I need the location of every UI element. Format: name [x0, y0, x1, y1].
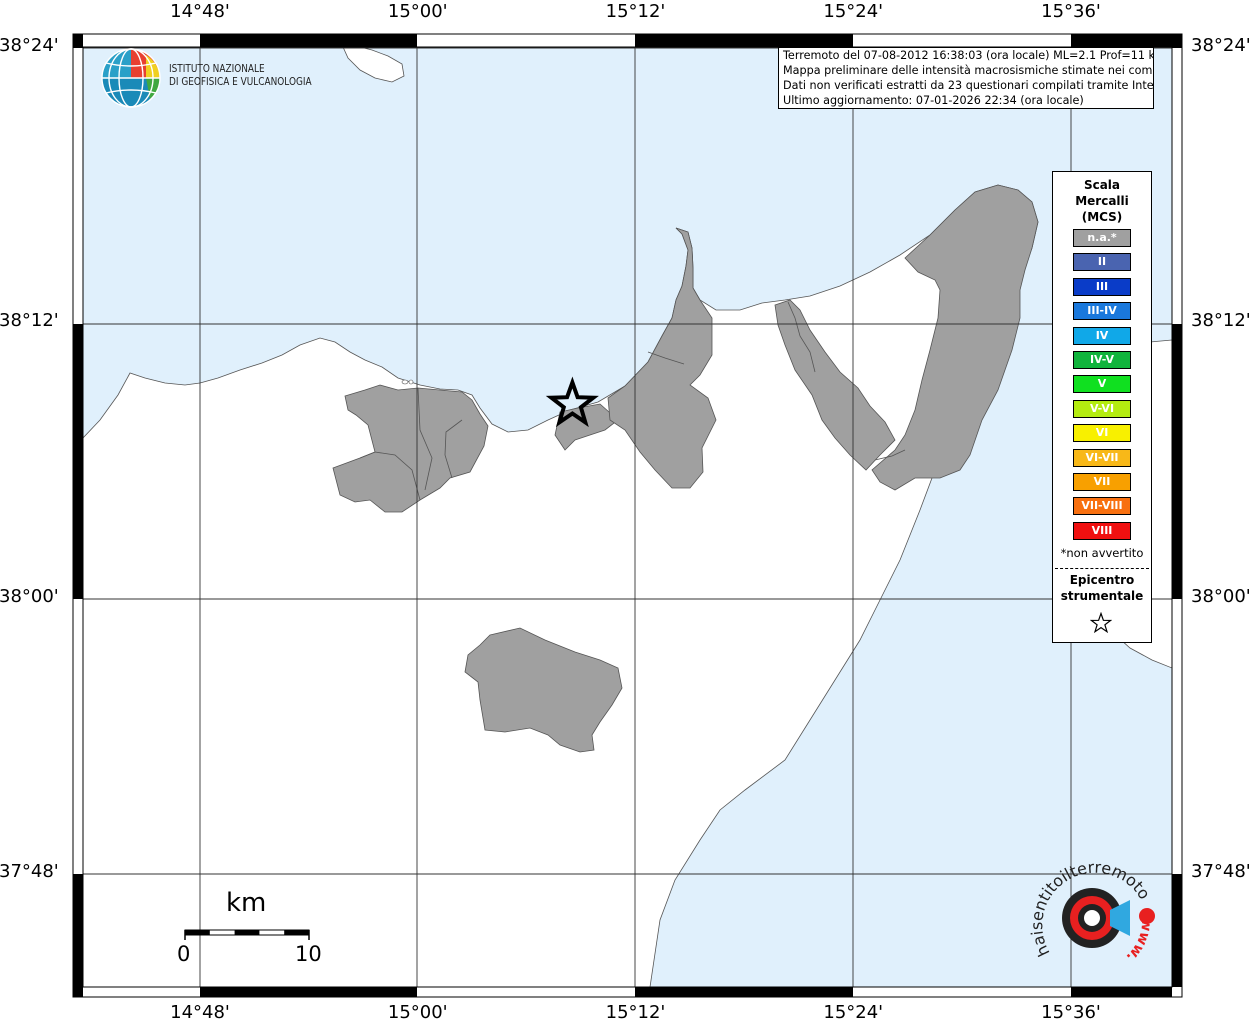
lon-tick-label: 15°12'	[605, 1, 666, 22]
legend-epicenter-label: Epicentro strumentale	[1060, 573, 1144, 603]
lon-tick-label: 14°48'	[170, 1, 230, 22]
legend-divider	[1055, 568, 1149, 569]
legend-swatch: IV	[1073, 326, 1131, 345]
legend-swatch: V	[1073, 375, 1131, 394]
scale-unit: km	[226, 888, 267, 918]
ingv-logo: ISTITUTO NAZIONALE DI GEOFISICA E VULCAN…	[100, 47, 320, 111]
legend-title: Scala Mercalli (MCS)	[1075, 178, 1129, 224]
lat-tick-label: 38°12'	[0, 310, 59, 332]
lat-tick-label: 38°12'	[1191, 310, 1251, 332]
lon-tick-label: 15°36'	[1041, 1002, 1101, 1023]
legend-swatch: V-VI	[1073, 399, 1131, 418]
legend-swatch: VII	[1073, 473, 1131, 491]
scale-start: 0	[177, 942, 191, 966]
legend-swatch: III-IV	[1073, 302, 1131, 321]
lon-tick-label: 15°12'	[605, 1002, 666, 1023]
lat-tick-label: 38°00'	[0, 585, 59, 607]
lat-tick-label: 38°24'	[0, 35, 59, 56]
legend-swatch: IV-V	[1073, 351, 1131, 369]
lon-tick-label: 15°00'	[387, 1002, 448, 1023]
ingv-line2: DI GEOFISICA E VULCANOLOGIA	[169, 76, 312, 88]
legend-swatch: VI	[1073, 424, 1131, 443]
lon-tick-label: 15°24'	[823, 1, 884, 22]
lon-tick-label: 15°00'	[387, 1, 448, 22]
lat-tick-label: 38°24'	[1191, 35, 1251, 56]
legend-swatch: n.a.*	[1073, 229, 1131, 247]
info-line-2: Mappa preliminare delle intensità macros…	[783, 64, 1154, 77]
info-line-3: Dati non verificati estratti da 23 quest…	[783, 79, 1154, 92]
lon-tick-label: 15°24'	[823, 1002, 884, 1023]
legend-swatch: VIII	[1073, 521, 1131, 540]
mcs-legend: Scala Mercalli (MCS) n.a.* II III III-IV IV I…	[1052, 171, 1152, 643]
legend-swatch: III	[1073, 277, 1131, 296]
lat-tick-label: 37°48'	[1191, 860, 1251, 882]
ingv-globe-icon	[101, 48, 161, 108]
lat-tick-label: 37°48'	[0, 860, 59, 882]
lon-tick-label: 14°48'	[170, 1002, 230, 1023]
scale-end: 10	[295, 942, 322, 966]
lon-tick-label: 15°36'	[1041, 1, 1101, 22]
legend-swatch: VI-VII	[1073, 448, 1131, 467]
info-line-1: Terremoto del 07-08-2012 16:38:03 (ora l…	[783, 49, 1154, 62]
legend-note: *non avvertito	[1060, 546, 1144, 560]
legend-swatch: VII-VIII	[1073, 497, 1131, 516]
legend-star-icon	[1090, 612, 1112, 634]
haisentito-logo: haisentitoilterremoto.it www.	[1027, 843, 1160, 978]
lat-tick-label: 38°00'	[1191, 585, 1251, 607]
legend-swatch: II	[1073, 253, 1131, 272]
haisentito-icon: haisentitoilterremoto.it www.	[1027, 843, 1155, 965]
event-info-box: Terremoto del 07-08-2012 16:38:03 (ora l…	[778, 47, 1154, 109]
ingv-line1: ISTITUTO NAZIONALE	[169, 63, 265, 75]
info-line-4: Ultimo aggiornamento: 07-01-2026 22:34 (…	[783, 94, 1084, 107]
